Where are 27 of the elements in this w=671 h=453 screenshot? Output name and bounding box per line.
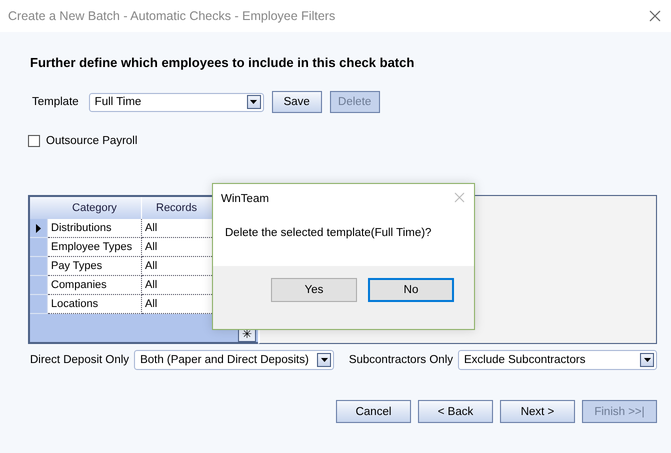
heading: Further define which employees to include in this check batch [30,55,416,70]
dialog-button[interactable]: No [368,278,454,302]
nav-button[interactable]: Next > [500,400,575,423]
nav-button[interactable]: < Back [418,400,493,423]
dropdown-caret-icon[interactable] [246,95,261,109]
nav-button[interactable]: Cancel [336,400,411,423]
close-icon[interactable] [649,10,661,22]
dropdown-caret-icon[interactable] [317,353,332,367]
table-cell: Pay Types [48,257,142,276]
table-cell: Employee Types [48,238,142,257]
dropdown-caret-icon[interactable] [640,353,654,367]
row-header[interactable] [30,219,48,238]
template-label: Template [32,96,79,108]
row-pointer-icon [36,224,41,232]
filter-label: Subcontractors Only [348,354,453,366]
window-title: Create a New Batch - Automatic Checks - Employee Filters [8,9,336,23]
checkbox-label: Outsource Payroll [46,135,138,147]
filter-dropdown[interactable]: Both (Paper and Direct Deposits) [134,350,334,370]
checkbox[interactable] [28,135,40,147]
filter-dropdown[interactable]: Exclude Subcontractors [458,350,657,370]
filter-label: Direct Deposit Only [30,354,130,366]
template-dropdown[interactable]: Full Time [88,92,264,112]
template-button[interactable]: Save [272,91,322,113]
table-cell: Distributions [48,219,142,238]
table-cell: Companies [48,276,142,295]
table-cell: Locations [48,295,142,314]
dialog-button[interactable]: Yes [271,278,357,302]
